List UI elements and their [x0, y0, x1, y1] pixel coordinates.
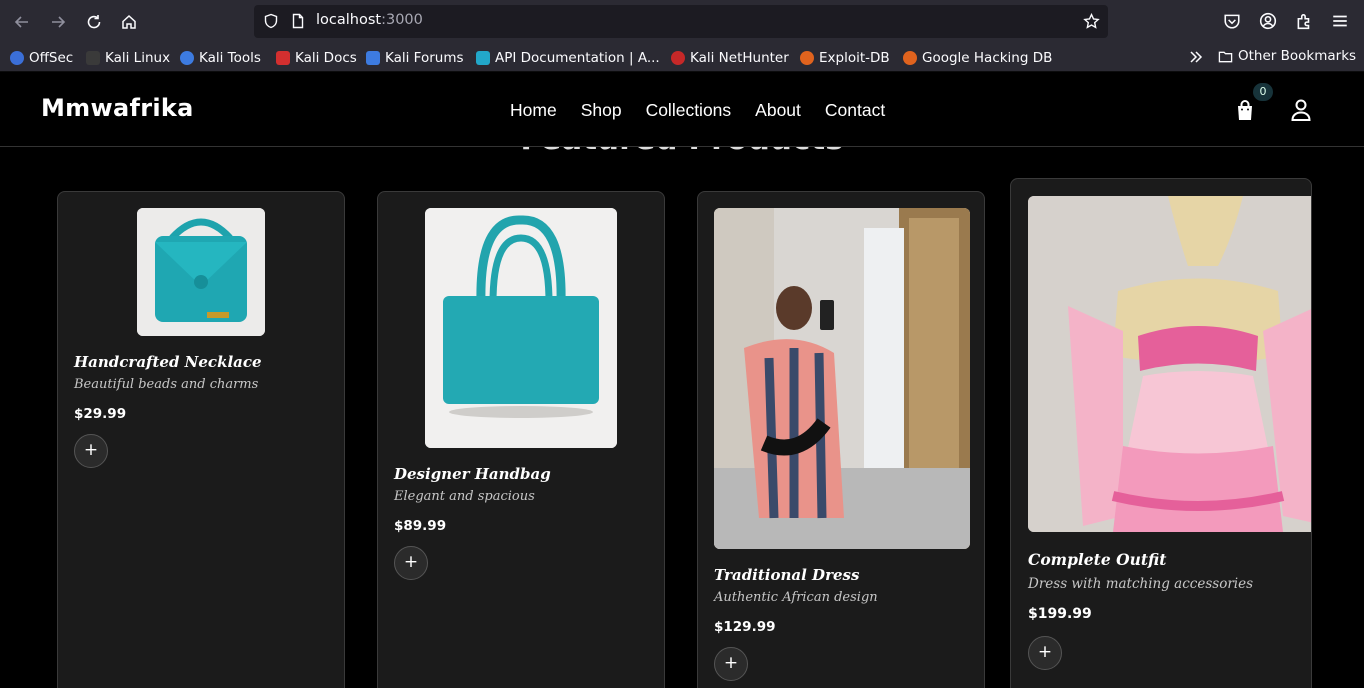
forward-icon[interactable] [46, 10, 70, 34]
add-to-cart-button[interactable]: + [394, 546, 428, 580]
shield-icon[interactable] [263, 13, 279, 29]
home-icon[interactable] [117, 10, 141, 34]
bookmark-star-icon[interactable] [1083, 13, 1100, 30]
exploit-db-icon [800, 51, 814, 65]
product-image[interactable] [1028, 196, 1311, 532]
bookmarks-toolbar: OffSec Kali Linux Kali Tools Kali Docs K… [0, 44, 1364, 72]
nav-home[interactable]: Home [510, 100, 557, 121]
extensions-icon[interactable] [1295, 12, 1313, 30]
bookmark-kali-docs[interactable]: Kali Docs [276, 49, 357, 67]
product-description: Elegant and spacious [394, 489, 535, 504]
product-card[interactable]: Designer Handbag Elegant and spacious $8… [377, 191, 665, 688]
turquoise-bag-image [137, 208, 265, 336]
product-card[interactable]: Traditional Dress Authentic African desi… [697, 191, 985, 688]
offsec-icon [10, 51, 24, 65]
url-bar[interactable]: localhost:3000 [254, 5, 1108, 38]
nav-shop[interactable]: Shop [581, 100, 622, 121]
url-text[interactable]: localhost:3000 [316, 12, 423, 28]
bookmark-api-documentation[interactable]: API Documentation | A... [476, 49, 660, 67]
kali-docs-icon [276, 51, 290, 65]
other-bookmarks[interactable]: Other Bookmarks [1218, 48, 1356, 64]
bookmark-label: Kali Linux [105, 50, 171, 66]
shopping-bag-icon[interactable] [1234, 99, 1256, 121]
bookmark-label: Kali Forums [385, 50, 464, 66]
url-host: localhost [316, 12, 382, 28]
pocket-icon[interactable] [1223, 12, 1241, 30]
bookmark-label: Google Hacking DB [922, 50, 1053, 66]
product-price: $29.99 [74, 406, 127, 422]
chevrons-right-icon[interactable] [1188, 49, 1204, 65]
product-name[interactable]: Complete Outfit [1028, 550, 1166, 569]
kali-tools-icon [180, 51, 194, 65]
bookmark-label: API Documentation | A... [495, 50, 660, 66]
dress-selfie-image [714, 208, 970, 549]
browser-toolbar: localhost:3000 [0, 0, 1364, 44]
site-header: Mmwafrika Home Shop Collections About Co… [0, 73, 1364, 147]
bookmark-kali-tools[interactable]: Kali Tools [180, 49, 261, 67]
product-name[interactable]: Handcrafted Necklace [74, 353, 262, 371]
product-image[interactable] [425, 208, 617, 448]
add-to-cart-button[interactable]: + [1028, 636, 1062, 670]
bookmark-kali-linux[interactable]: Kali Linux [86, 49, 170, 67]
site-logo[interactable]: Mmwafrika [41, 94, 194, 122]
add-to-cart-button[interactable]: + [714, 647, 748, 681]
bookmark-kali-nethunter[interactable]: Kali NetHunter [671, 49, 789, 67]
bookmark-google-hacking-db[interactable]: Google Hacking DB [903, 49, 1052, 67]
nav-about[interactable]: About [755, 100, 801, 121]
bookmark-offsec[interactable]: OffSec [10, 49, 73, 67]
product-image[interactable] [137, 208, 265, 336]
nethunter-icon [671, 51, 685, 65]
ghdb-icon [903, 51, 917, 65]
back-icon[interactable] [10, 10, 34, 34]
user-icon[interactable] [1291, 99, 1311, 121]
product-description: Dress with matching accessories [1028, 576, 1254, 592]
folder-icon [1218, 51, 1233, 62]
product-price: $129.99 [714, 619, 776, 635]
product-card[interactable]: Handcrafted Necklace Beautiful beads and… [57, 191, 345, 688]
reload-icon[interactable] [82, 10, 106, 34]
nav-collections[interactable]: Collections [646, 100, 732, 121]
bookmark-label: Kali NetHunter [690, 50, 789, 66]
product-price: $199.99 [1028, 606, 1092, 622]
product-name[interactable]: Designer Handbag [394, 465, 551, 483]
product-price: $89.99 [394, 518, 447, 534]
account-icon[interactable] [1259, 12, 1277, 30]
product-description: Authentic African design [714, 590, 878, 605]
add-to-cart-button[interactable]: + [74, 434, 108, 468]
other-bookmarks-label: Other Bookmarks [1238, 48, 1357, 64]
url-port: :3000 [381, 12, 423, 28]
product-image[interactable] [714, 208, 970, 549]
pink-outfit-image [1028, 196, 1311, 532]
bookmark-exploit-db[interactable]: Exploit-DB [800, 49, 890, 67]
kali-dragon-icon [86, 51, 100, 65]
product-name[interactable]: Traditional Dress [714, 566, 859, 584]
kali-forums-icon [366, 51, 380, 65]
bookmark-label: Exploit-DB [819, 50, 890, 66]
bookmark-label: Kali Docs [295, 50, 357, 66]
bookmark-label: OffSec [29, 50, 74, 66]
cart-count-badge: 0 [1253, 83, 1273, 101]
product-card[interactable]: Complete Outfit Dress with matching acce… [1010, 178, 1312, 688]
product-description: Beautiful beads and charms [74, 377, 259, 392]
main-nav: Home Shop Collections About Contact [510, 100, 909, 121]
menu-icon[interactable] [1331, 12, 1349, 30]
turquoise-handbag-image [425, 208, 617, 448]
nav-contact[interactable]: Contact [825, 100, 885, 121]
bookmark-label: Kali Tools [199, 50, 261, 66]
page-icon[interactable] [290, 13, 306, 29]
api-docs-icon [476, 51, 490, 65]
bookmark-kali-forums[interactable]: Kali Forums [366, 49, 464, 67]
